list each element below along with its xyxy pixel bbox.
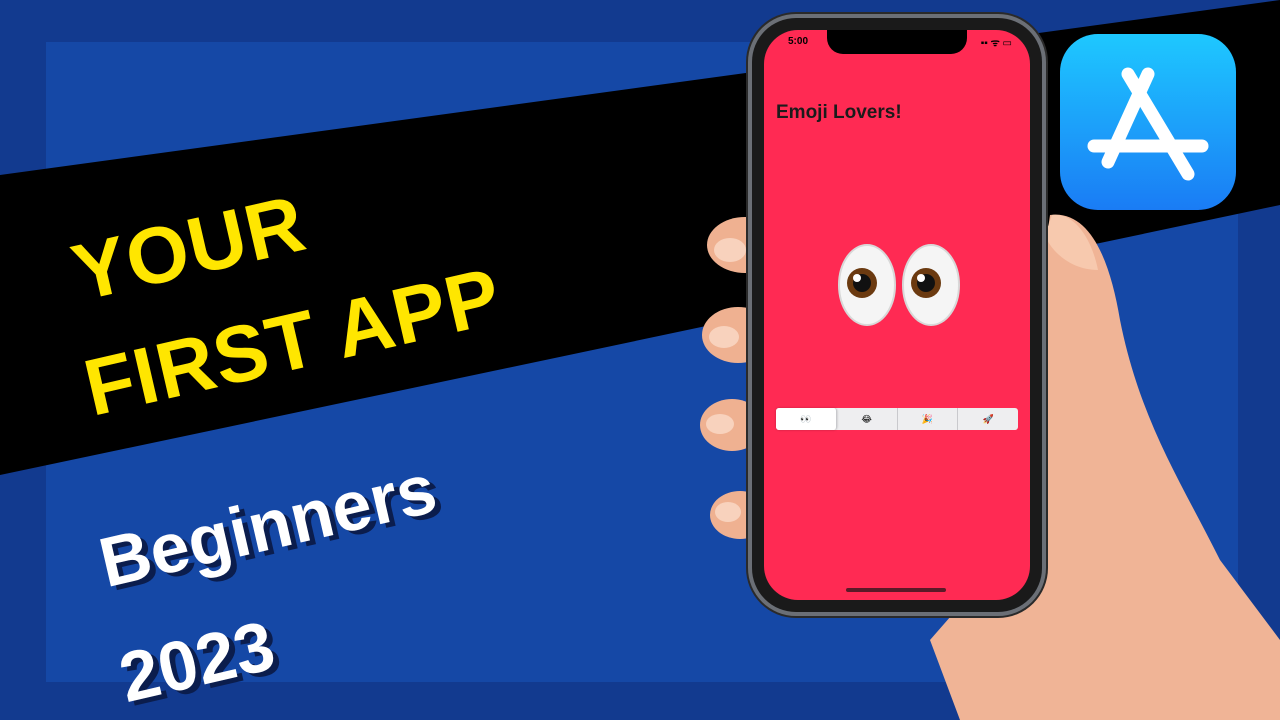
status-time: 5:00 <box>788 36 809 47</box>
eyes-emoji-icon <box>838 244 960 326</box>
emoji-segmented-control[interactable]: 👀 😂 🎉 🚀 <box>776 408 1018 430</box>
home-indicator <box>846 588 946 592</box>
segment-party[interactable]: 🎉 <box>898 408 959 430</box>
app-store-glyph-icon <box>1087 67 1209 181</box>
phone-screen: 5:00 ▪▪ ᯤ ▭ Emoji Lovers! 👀 😂 🎉 🚀 <box>764 30 1030 600</box>
segment-eyes[interactable]: 👀 <box>776 408 837 430</box>
segment-rocket[interactable]: 🚀 <box>958 408 1018 430</box>
phone-notch <box>827 30 967 54</box>
segment-laugh[interactable]: 😂 <box>837 408 898 430</box>
phone-mockup: 5:00 ▪▪ ᯤ ▭ Emoji Lovers! 👀 😂 🎉 🚀 <box>752 18 1042 612</box>
app-title: Emoji Lovers! <box>776 102 902 123</box>
app-store-icon <box>1060 34 1236 210</box>
status-icons: ▪▪ ᯤ ▭ <box>980 38 1012 49</box>
